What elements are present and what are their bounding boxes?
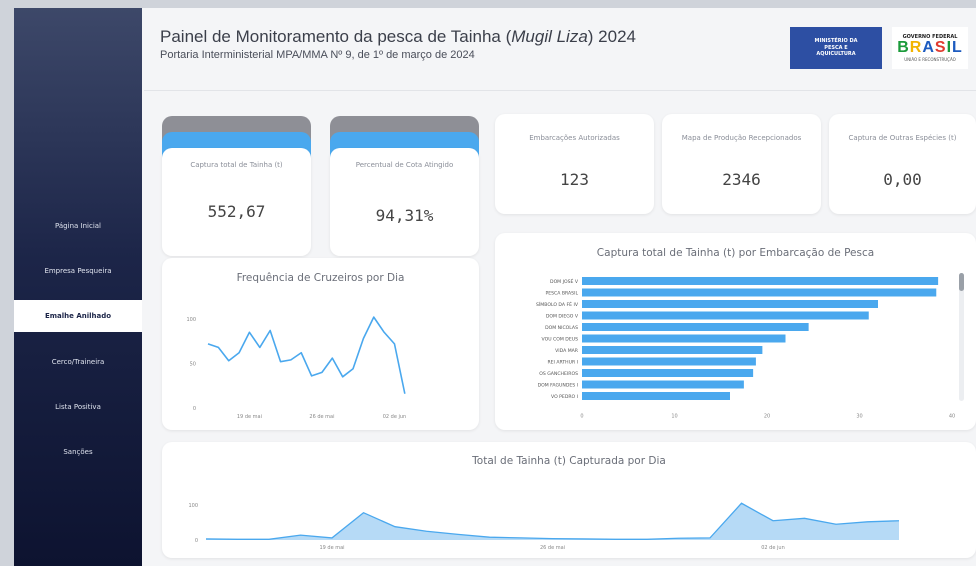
page-title-species: Mugil Liza [511, 27, 588, 46]
sidebar-item-pagina-inicial[interactable]: Página Inicial [14, 210, 142, 242]
kpi-outras-especies-label: Captura de Outras Espécies (t) [848, 134, 957, 142]
cruzeiros-line-chart: 0 50 100 19 de mai 26 de mai 02 de jun [186, 316, 407, 420]
kpi-percentual-cota-card: Percentual de Cota Atingido 94,31% [330, 148, 479, 256]
sidebar-item-lista-positiva[interactable]: Lista Positiva [14, 391, 142, 423]
kpi-embarcacoes-value: 123 [560, 170, 589, 189]
page-title-post: ) 2024 [587, 27, 636, 46]
kpi-mapas-card: Mapa de Produção Recepcionados 2346 [662, 114, 821, 214]
kpi-outras-especies-value: 0,00 [883, 170, 922, 189]
sidebar-item-empresa-pesqueira[interactable]: Empresa Pesqueira [14, 255, 142, 287]
kpi-captura-total-card: Captura total de Tainha (t) 552,67 [162, 148, 311, 256]
line-x-tick-2: 02 de jun [383, 414, 407, 420]
line-y-tick-1: 50 [190, 361, 196, 367]
gov-logo-bottom: UNIÃO E RECONSTRUÇÃO [904, 56, 956, 62]
captura-embarcacao-bar-chart: DOM JOSÉ V PESCA BRASIL SÍMBOLO DA FÉ IV DO… [536, 277, 955, 420]
bar-0 [582, 277, 939, 285]
kpi-percentual-cota-label: Percentual de Cota Atingido [355, 161, 454, 169]
bar-label-3: DOM DIEGO V [546, 314, 579, 320]
sidebar-item-cerco-traineira[interactable]: Cerco/Traineira [14, 346, 142, 378]
gov-logo: GOVERNO FEDERAL BRASIL UNIÃO E RECONSTRU… [892, 27, 968, 69]
kpi-embarcacoes-card: Embarcações Autorizadas 123 [495, 114, 654, 214]
bar-x-tick-0: 0 [580, 414, 583, 420]
line-y-tick-2: 100 [186, 317, 196, 323]
area-y-tick-1: 100 [188, 503, 198, 509]
kpi-captura-total-label: Captura total de Tainha (t) [190, 161, 283, 169]
bar-chart-scrollbar-thumb[interactable] [959, 273, 964, 291]
bar-label-4: DOM NICOLAS [545, 325, 578, 331]
kpi-mapas-value: 2346 [722, 170, 761, 189]
dashboard-frame: Página Inicial Empresa Pesqueira Emalhe … [14, 8, 976, 566]
line-x-tick-1: 26 de mai [309, 414, 334, 420]
sidebar-item-sancoes[interactable]: Sanções [14, 436, 142, 468]
bar-5 [582, 334, 786, 343]
bar-9 [582, 380, 744, 389]
bar-label-6: VIDA MAR [555, 348, 579, 354]
bar-label-5: VOU COM DEUS [542, 337, 579, 343]
bar-x-tick-4: 40 [949, 414, 955, 420]
bar-3 [582, 311, 869, 320]
bar-x-tick-2: 20 [764, 414, 770, 420]
line-x-tick-0: 19 de mai [237, 414, 262, 420]
page-title: Painel de Monitoramento da pesca de Tain… [160, 27, 636, 47]
area-x-tick-1: 26 de mai [540, 545, 565, 551]
bar-label-0: DOM JOSÉ V [550, 277, 579, 285]
kpi-percentual-cota-value: 94,31% [375, 206, 434, 225]
header-divider [144, 90, 976, 91]
mpa-logo-line-3: AQUICULTURA [816, 51, 856, 58]
bar-label-10: VO PEDRO I [551, 394, 578, 400]
gov-logo-brasil: BRASIL [897, 39, 963, 57]
page-subtitle: Portaria Interministerial MPA/MMA Nº 9, … [160, 49, 475, 61]
kpi-outras-especies-card: Captura de Outras Espécies (t) 0,00 [829, 114, 976, 214]
mpa-logo: MINISTÉRIO DA PESCA E AQUICULTURA [790, 27, 882, 69]
bar-4 [582, 323, 809, 331]
area-y-tick-0: 0 [195, 538, 198, 544]
captura-embarcacao-chart-card: Captura total de Tainha (t) por Embarcaç… [495, 233, 976, 430]
bar-x-tick-3: 30 [856, 414, 862, 420]
bar-10 [582, 392, 730, 400]
cruzeiros-chart-card: Frequência de Cruzeiros por Dia 0 50 100 19… [162, 258, 479, 430]
page-title-pre: Painel de Monitoramento da pesca de Tain… [160, 27, 512, 46]
area-x-tick-0: 19 de mai [319, 545, 344, 551]
bar-label-9: DOM FAGUNDES I [538, 383, 578, 389]
tainha-diaria-area-chart: 0 100 19 de mai 26 de mai 02 de jun [188, 502, 900, 551]
sidebar-item-emalhe-anilhado[interactable]: Emalhe Anilhado [14, 300, 142, 332]
bar-8 [582, 369, 754, 377]
bar-label-1: PESCA BRASIL [545, 291, 578, 297]
line-y-tick-0: 0 [193, 406, 196, 412]
bar-6 [582, 346, 763, 354]
kpi-embarcacoes-label: Embarcações Autorizadas [529, 134, 620, 142]
area-x-tick-2: 02 de jun [761, 545, 785, 551]
bar-chart-scrollbar[interactable] [959, 273, 964, 401]
tainha-diaria-chart-card: Total de Tainha (t) Capturada por Dia 01… [162, 442, 976, 558]
bar-1 [582, 288, 937, 297]
kpi-captura-total-value: 552,67 [207, 202, 266, 221]
bar-2 [582, 300, 878, 308]
bar-label-2: SÍMBOLO DA FÉ IV [536, 300, 579, 308]
bar-label-8: OS GANCHEIROS [539, 371, 578, 377]
kpi-mapas-label: Mapa de Produção Recepcionados [681, 134, 802, 142]
sidebar: Página Inicial Empresa Pesqueira Emalhe … [14, 8, 142, 566]
bar-7 [582, 357, 756, 366]
line-series-cruzeiros [207, 316, 406, 394]
bar-x-tick-1: 10 [671, 414, 677, 420]
area-fill-tainha [206, 503, 899, 540]
bar-label-7: REI ARTHUR I [547, 360, 578, 366]
